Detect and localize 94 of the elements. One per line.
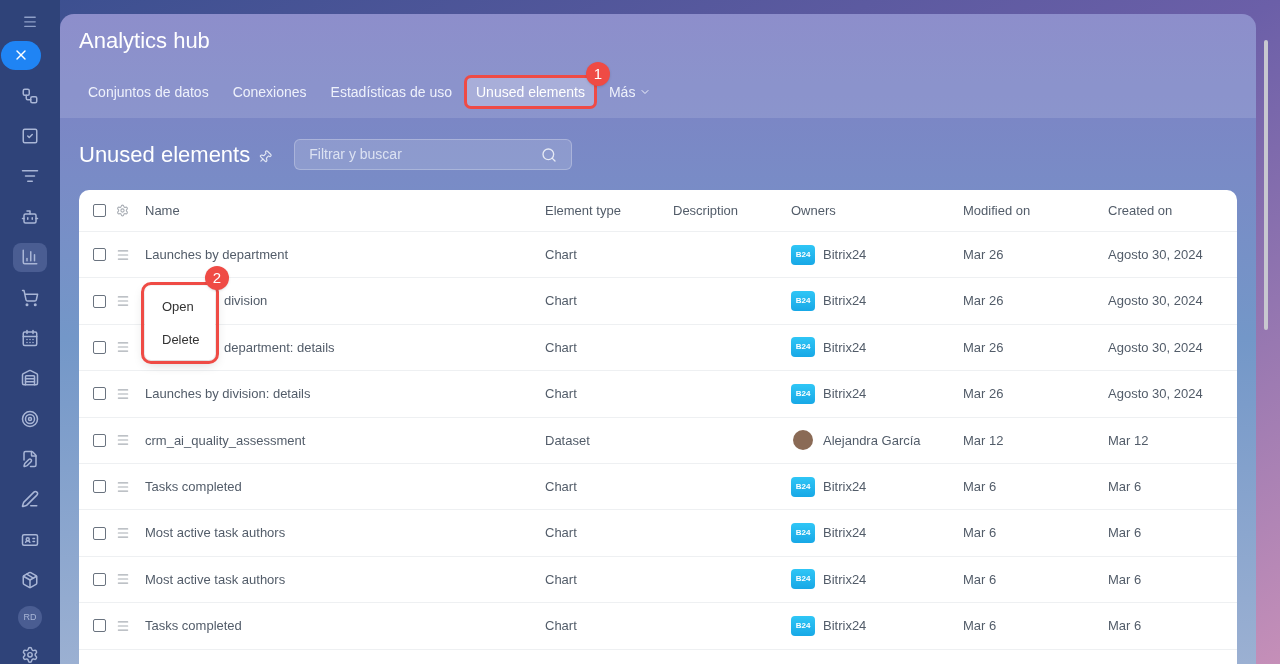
row-checkbox[interactable] xyxy=(93,387,106,401)
table-cell-text: Mar 6 xyxy=(1108,524,1142,543)
table-cell-text: Chart xyxy=(545,385,577,404)
column-header[interactable]: Description xyxy=(673,200,739,221)
bar-chart-icon xyxy=(21,248,39,267)
menu-item[interactable]: Open xyxy=(145,290,215,323)
table-cell-text: Agosto 30, 2024 xyxy=(1108,245,1203,264)
owner-name: Bitrix24 xyxy=(823,338,867,357)
table-cell-text: Chart xyxy=(545,617,577,636)
row-checkbox[interactable] xyxy=(93,294,106,308)
checkbox-icon xyxy=(21,127,39,146)
menu-item[interactable]: Delete xyxy=(145,323,215,356)
column-header[interactable]: Created on xyxy=(1108,200,1173,221)
table-cell-text: Launches by department xyxy=(145,245,289,264)
owner-name: Bitrix24 xyxy=(823,385,867,404)
table-cell-text: Launches by division: details xyxy=(145,385,311,404)
table-cell-text: Chart xyxy=(545,245,577,264)
owner-name: Bitrix24 xyxy=(823,245,867,264)
search-field[interactable]: Filtrar y buscar xyxy=(294,139,573,170)
table-cell-text: Agosto 30, 2024 xyxy=(1108,292,1203,311)
nodes-icon xyxy=(21,86,39,105)
document-edit-icon xyxy=(21,450,39,469)
table-cell-text: crm_ai_quality_assessment xyxy=(145,431,306,450)
row-checkbox[interactable] xyxy=(93,619,106,633)
column-header[interactable]: Owners xyxy=(791,200,836,221)
cart-icon xyxy=(21,288,39,307)
table-cell-text: Agosto 30, 2024 xyxy=(1108,385,1203,404)
table-cell-text: Mar 26 xyxy=(963,338,1004,357)
settings-icon[interactable] xyxy=(21,646,39,664)
table-cell-text: Mar 6 xyxy=(963,617,997,636)
menu-icon[interactable] xyxy=(22,14,38,30)
app-logo: B24 xyxy=(791,244,815,265)
owner-name: Bitrix24 xyxy=(823,570,867,589)
warehouse-icon xyxy=(21,369,39,388)
target-icon xyxy=(21,409,39,428)
app-logo: B24 xyxy=(791,383,815,404)
app-logo: B24 xyxy=(791,523,815,544)
table-cell-text: Tasks completed xyxy=(145,477,242,496)
search-input[interactable]: Filtrar y buscar xyxy=(309,144,542,165)
callout-number: 1 xyxy=(585,62,610,86)
page-title: Unused elements xyxy=(79,141,251,169)
table-cell-text: Dataset xyxy=(545,431,590,450)
close-button[interactable] xyxy=(1,40,41,71)
table-cell-text: Mar 26 xyxy=(963,385,1004,404)
avatar xyxy=(793,430,813,451)
table-cell-text: Mar 12 xyxy=(1108,431,1149,450)
table-cell-text: Mar 6 xyxy=(963,477,997,496)
column-header[interactable]: Name xyxy=(145,200,180,221)
callout-number: 2 xyxy=(205,266,229,290)
table-cell-text: Mar 6 xyxy=(963,570,997,589)
table-cell-text: Most active task authors xyxy=(145,524,286,543)
sidebar-item[interactable] xyxy=(13,242,47,272)
table-cell-text: Tasks completed xyxy=(145,617,242,636)
table-cell-text: Mar 6 xyxy=(1108,477,1142,496)
row-checkbox[interactable] xyxy=(93,248,106,262)
calendar-icon xyxy=(21,329,39,347)
row-checkbox[interactable] xyxy=(93,340,106,354)
table-cell-text: division xyxy=(224,292,268,311)
table-cell-text: Agosto 30, 2024 xyxy=(1108,338,1203,357)
table-cell-text: Most active task authors xyxy=(145,570,286,589)
owner-name: Alejandra García xyxy=(823,431,921,450)
table-cell-text: department: details xyxy=(224,338,335,357)
table-cell-text: Mar 12 xyxy=(963,431,1004,450)
row-checkbox[interactable] xyxy=(93,526,106,540)
column-header[interactable]: Modified on xyxy=(963,200,1031,221)
table-cell-text: Mar 26 xyxy=(963,292,1004,311)
table-cell-text: Mar 26 xyxy=(963,245,1004,264)
row-checkbox[interactable] xyxy=(93,480,106,494)
column-header[interactable]: Element type xyxy=(545,200,621,221)
owner-name: Bitrix24 xyxy=(823,524,867,543)
owner-name: Bitrix24 xyxy=(823,292,867,311)
select-all-checkbox[interactable] xyxy=(93,204,106,217)
app-logo: B24 xyxy=(791,569,815,590)
scrollbar[interactable] xyxy=(1264,40,1268,330)
app-logo: B24 xyxy=(791,615,815,636)
table-cell-text: Mar 6 xyxy=(963,524,997,543)
app-logo: B24 xyxy=(791,291,815,312)
pen-icon xyxy=(21,490,39,509)
row-checkbox[interactable] xyxy=(93,572,106,586)
app-logo: B24 xyxy=(791,337,815,358)
table-cell-text: Mar 6 xyxy=(1108,570,1142,589)
owner-name: Bitrix24 xyxy=(823,617,867,636)
table-cell-text: Chart xyxy=(545,477,577,496)
package-icon xyxy=(21,571,39,590)
robot-icon xyxy=(21,207,39,226)
row-checkbox[interactable] xyxy=(93,433,106,447)
table-cell-text: Mar 6 xyxy=(1108,617,1142,636)
table-cell-text: Chart xyxy=(545,338,577,357)
table-cell-text: Chart xyxy=(545,524,577,543)
window-title: Analytics hub xyxy=(79,28,211,54)
owner-name: Bitrix24 xyxy=(823,477,867,496)
table-cell-text: Chart xyxy=(545,292,577,311)
table-cell-text: Chart xyxy=(545,570,577,589)
app-logo: B24 xyxy=(791,476,815,497)
